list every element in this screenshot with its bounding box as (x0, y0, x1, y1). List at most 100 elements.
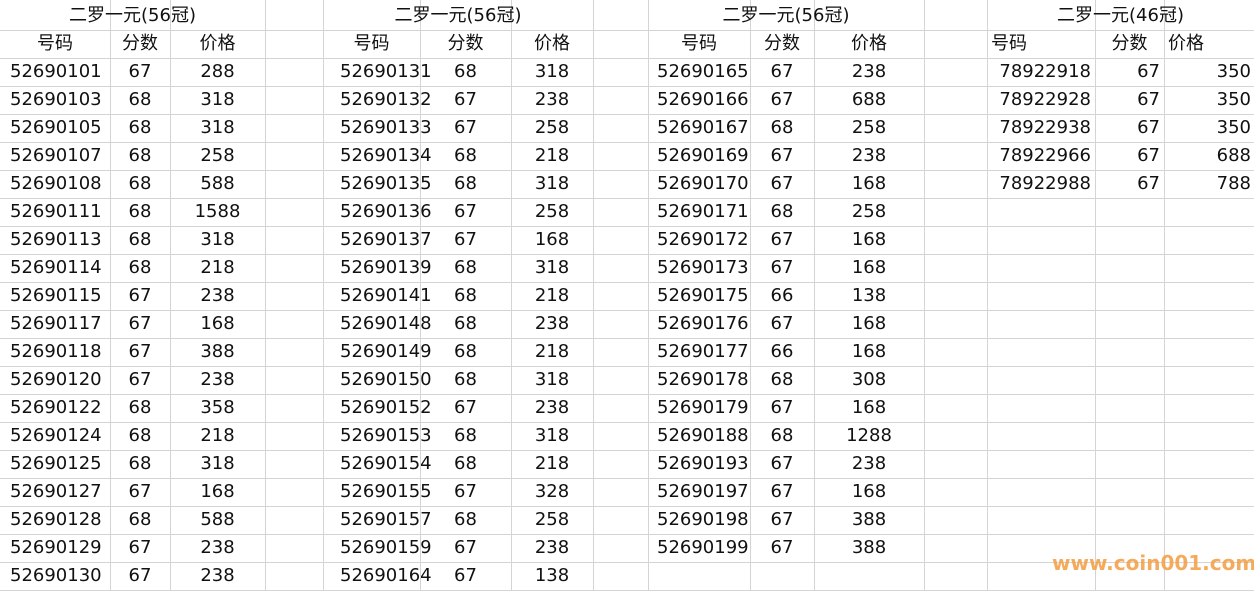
cell-score: 66 (770, 341, 794, 362)
cell-code: 52690114 (10, 257, 102, 278)
block-title: 二罗一元(56冠) (394, 5, 522, 26)
cell-score: 68 (128, 89, 152, 110)
cell-code: 52690135 (340, 173, 432, 194)
cell-price: 238 (200, 565, 235, 586)
cell-price: 168 (200, 481, 235, 502)
cell-code: 52690127 (10, 481, 102, 502)
cell-score: 67 (454, 201, 477, 222)
cell-price: 788 (1216, 173, 1251, 194)
cell-price: 138 (534, 565, 570, 586)
block-title: 二罗一元(56冠) (722, 5, 850, 26)
cell-price: 308 (851, 369, 887, 390)
grid-column-line (593, 0, 594, 590)
cell-code: 52690167 (657, 117, 749, 138)
cell-score: 68 (128, 229, 152, 250)
cell-price: 168 (534, 229, 570, 250)
cell-price: 350 (1216, 61, 1251, 82)
header-price: 价格 (1168, 33, 1204, 54)
cell-price: 218 (534, 145, 570, 166)
header-score: 分数 (1111, 33, 1148, 54)
cell-score: 67 (454, 89, 477, 110)
cell-code: 52690179 (657, 397, 749, 418)
cell-code: 52690139 (340, 257, 432, 278)
cell-score: 68 (454, 509, 477, 530)
cell-score: 68 (454, 425, 477, 446)
cell-score: 68 (454, 61, 477, 82)
cell-price: 238 (851, 61, 887, 82)
cell-score: 67 (770, 229, 794, 250)
header-price: 价格 (534, 33, 570, 54)
cell-code: 52690152 (340, 397, 432, 418)
cell-price: 258 (534, 509, 570, 530)
cell-code: 52690169 (657, 145, 749, 166)
cell-price: 238 (534, 89, 570, 110)
cell-price: 218 (534, 285, 570, 306)
cell-price: 350 (1216, 117, 1251, 138)
cell-code: 52690159 (340, 537, 432, 558)
cell-score: 67 (1137, 145, 1160, 166)
cell-score: 66 (770, 285, 794, 306)
cell-score: 67 (770, 397, 794, 418)
cell-score: 67 (128, 61, 152, 82)
cell-score: 68 (128, 509, 152, 530)
cell-price: 258 (851, 117, 887, 138)
cell-price: 358 (200, 397, 235, 418)
cell-price: 318 (200, 89, 235, 110)
cell-score: 68 (770, 369, 794, 390)
cell-score: 68 (128, 173, 152, 194)
cell-score: 67 (128, 313, 152, 334)
cell-score: 68 (128, 201, 152, 222)
cell-code: 52690175 (657, 285, 749, 306)
cell-price: 328 (534, 481, 570, 502)
cell-price: 318 (534, 425, 570, 446)
cell-price: 388 (851, 537, 887, 558)
cell-score: 67 (454, 229, 477, 250)
cell-code: 78922938 (999, 117, 1091, 138)
cell-score: 67 (1137, 89, 1160, 110)
cell-score: 68 (128, 453, 152, 474)
cell-price: 588 (200, 509, 235, 530)
watermark: www.coin001.com (1052, 551, 1254, 575)
cell-code: 52690153 (340, 425, 432, 446)
cell-code: 52690197 (657, 481, 749, 502)
cell-score: 68 (454, 341, 477, 362)
cell-price: 1588 (194, 201, 241, 222)
cell-score: 68 (770, 425, 794, 446)
cell-code: 52690120 (10, 369, 102, 390)
spreadsheet: 二罗一元(56冠) 号码 分数 价格 52690101 67 288 52690103 68 31… (0, 0, 1254, 591)
cell-code: 52690141 (340, 285, 432, 306)
cell-price: 168 (851, 313, 887, 334)
cell-code: 78922928 (999, 89, 1091, 110)
cell-code: 52690132 (340, 89, 432, 110)
cell-score: 67 (128, 369, 152, 390)
cell-price: 318 (534, 61, 570, 82)
cell-score: 68 (454, 173, 477, 194)
cell-score: 67 (770, 481, 794, 502)
cell-code: 52690108 (10, 173, 102, 194)
block-title: 二罗一元(56冠) (69, 5, 196, 26)
cell-score: 68 (128, 397, 152, 418)
cell-code: 52690170 (657, 173, 749, 194)
cell-price: 258 (534, 201, 570, 222)
cell-price: 168 (851, 229, 887, 250)
cell-price: 318 (534, 173, 570, 194)
cell-price: 258 (200, 145, 235, 166)
cell-code: 52690125 (10, 453, 102, 474)
cell-price: 318 (200, 229, 235, 250)
cell-score: 67 (454, 481, 477, 502)
header-code: 号码 (37, 33, 73, 54)
cell-price: 238 (534, 537, 570, 558)
cell-code: 52690165 (657, 61, 749, 82)
block-title: 二罗一元(46冠) (1057, 5, 1184, 26)
cell-price: 688 (1216, 145, 1251, 166)
cell-score: 67 (454, 565, 477, 586)
cell-score: 67 (454, 397, 477, 418)
cell-score: 67 (770, 145, 794, 166)
cell-score: 68 (454, 453, 477, 474)
cell-price: 1288 (846, 425, 892, 446)
cell-price: 238 (534, 397, 570, 418)
cell-code: 52690149 (340, 341, 432, 362)
cell-score: 68 (454, 257, 477, 278)
cell-price: 588 (200, 173, 235, 194)
cell-price: 218 (200, 257, 235, 278)
